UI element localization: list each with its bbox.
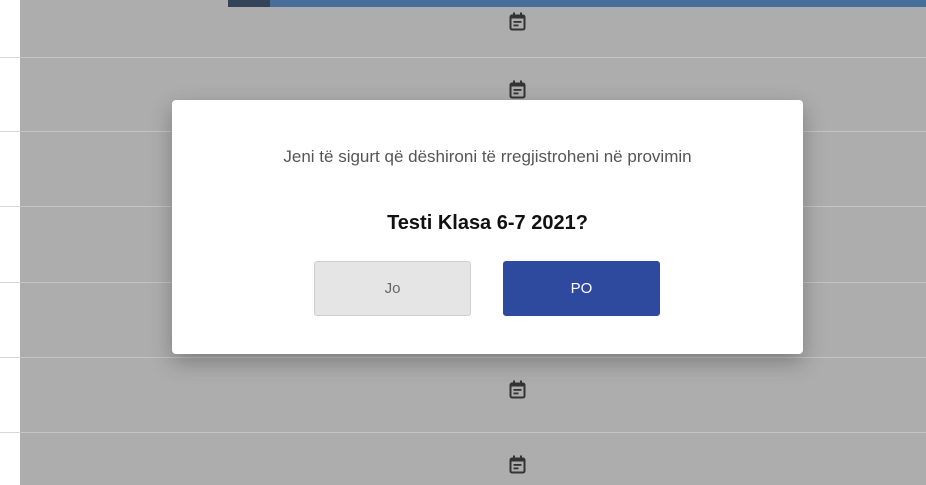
row-divider bbox=[0, 206, 20, 207]
calendar-icon[interactable] bbox=[509, 380, 526, 399]
calendar-icon[interactable] bbox=[509, 80, 526, 99]
row-divider bbox=[0, 57, 20, 58]
page-left-edge bbox=[0, 0, 20, 485]
confirm-registration-dialog: Jeni të sigurt që dëshironi të rregjistr… bbox=[172, 100, 803, 354]
confirm-button[interactable]: PO bbox=[503, 261, 660, 316]
row-divider bbox=[0, 357, 20, 358]
row-divider bbox=[0, 282, 20, 283]
table-row-divider bbox=[20, 57, 926, 58]
row-divider bbox=[0, 432, 20, 433]
header-bar-segment bbox=[228, 0, 270, 7]
calendar-icon[interactable] bbox=[509, 12, 526, 31]
dialog-message: Jeni të sigurt që dëshironi të rregjistr… bbox=[283, 147, 692, 166]
row-divider bbox=[0, 131, 20, 132]
calendar-icon[interactable] bbox=[509, 455, 526, 474]
header-bar bbox=[270, 0, 926, 7]
cancel-button[interactable]: Jo bbox=[314, 261, 471, 316]
exam-name: Testi Klasa 6-7 2021? bbox=[387, 212, 588, 234]
table-row-divider bbox=[20, 357, 926, 358]
table-row-divider bbox=[20, 432, 926, 433]
